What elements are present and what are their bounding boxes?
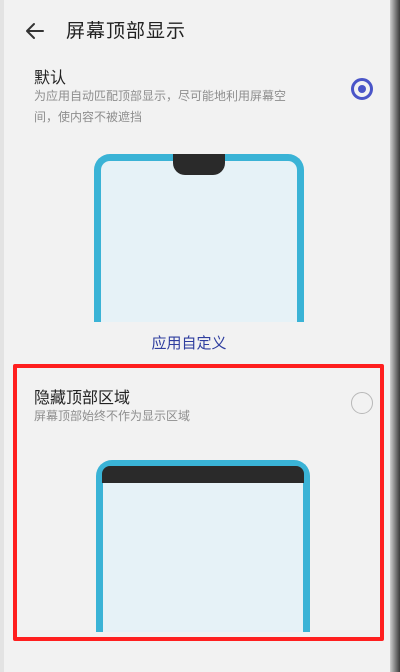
back-button[interactable] <box>18 14 52 48</box>
header-bar: 屏幕顶部显示 <box>4 0 390 60</box>
settings-screen: 屏幕顶部显示 默认 为应用自动匹配顶部显示，尽可能地利用屏幕空 间，使内容不被遮… <box>4 0 390 672</box>
notch-shape <box>173 154 225 175</box>
arrow-left-icon <box>26 23 44 39</box>
notch-phone-illustration <box>94 154 304 322</box>
device-edge <box>390 0 400 672</box>
option-default-desc-line2: 间，使内容不被遮挡 <box>34 110 143 124</box>
page-title: 屏幕顶部显示 <box>66 20 187 42</box>
highlight-box <box>13 364 384 641</box>
app-custom-link[interactable]: 应用自定义 <box>4 332 374 353</box>
option-default-title: 默认 <box>34 68 67 87</box>
option-default-radio[interactable] <box>351 78 373 100</box>
option-default-desc-line1: 为应用自动匹配顶部显示，尽可能地利用屏幕空 <box>34 89 287 103</box>
